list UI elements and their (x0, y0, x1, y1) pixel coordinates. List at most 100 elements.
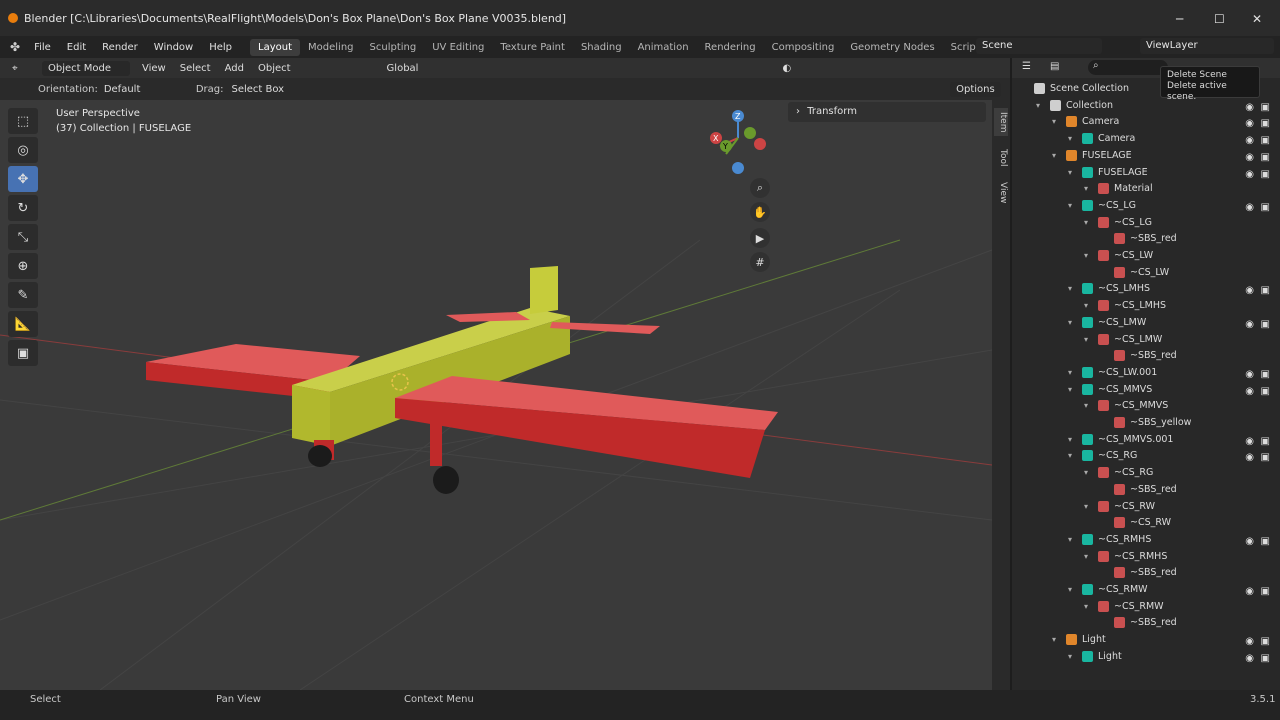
navigation-gizmo[interactable]: Z X Y (704, 108, 772, 178)
rotate-tool-icon[interactable]: ↻ (8, 195, 38, 221)
outliner-row[interactable]: ▾ ~CS_RMHS ◉ ▣ (1012, 531, 1280, 548)
outliner-row[interactable]: ▾ ~CS_LMHS (1012, 297, 1280, 314)
menu-window[interactable]: Window (146, 42, 201, 53)
outliner-row[interactable]: ▾ ~CS_LW.001 ◉ ▣ (1012, 364, 1280, 381)
cursor-tool-icon[interactable]: ◎ (8, 137, 38, 163)
outliner-row[interactable]: ▾ ~CS_RMW ◉ ▣ (1012, 581, 1280, 598)
expand-arrow-icon[interactable]: ▾ (1068, 314, 1072, 331)
menu-select[interactable]: Select (180, 63, 211, 74)
options-dropdown[interactable]: Options (950, 81, 1001, 97)
expand-arrow-icon[interactable]: ▾ (1084, 598, 1088, 615)
tab-rendering[interactable]: Rendering (697, 39, 764, 56)
tab-tool[interactable]: Tool (994, 144, 1008, 172)
outliner-row[interactable]: ▾ ~CS_MMVS (1012, 397, 1280, 414)
ortho-grid-icon[interactable]: # (750, 252, 770, 272)
outliner-row[interactable]: ▾ ~CS_LMW ◉ ▣ (1012, 314, 1280, 331)
tab-item[interactable]: Item (994, 108, 1008, 136)
scale-tool-icon[interactable]: ⤡ (8, 224, 38, 250)
tab-modeling[interactable]: Modeling (300, 39, 362, 56)
outliner-row[interactable]: ▾ FUSELAGE ◉ ▣ (1012, 147, 1280, 164)
tab-compositing[interactable]: Compositing (764, 39, 843, 56)
annotate-tool-icon[interactable]: ✎ (8, 282, 38, 308)
expand-arrow-icon[interactable]: ▾ (1084, 548, 1088, 565)
expand-arrow-icon[interactable]: ▾ (1052, 631, 1056, 648)
expand-arrow-icon[interactable]: ▾ (1052, 147, 1056, 164)
menu-help[interactable]: Help (201, 42, 240, 53)
zoom-icon[interactable]: ⌕ (750, 178, 770, 198)
expand-arrow-icon[interactable]: ▾ (1084, 498, 1088, 515)
transform-tool-icon[interactable]: ⊕ (8, 253, 38, 279)
expand-arrow-icon[interactable]: ▾ (1068, 364, 1072, 381)
outliner-row[interactable]: ~SBS_red (1012, 230, 1280, 247)
menu-edit[interactable]: Edit (59, 42, 94, 53)
outliner-row[interactable]: ~SBS_red (1012, 614, 1280, 631)
shading-solid-icon[interactable]: ◐ (783, 63, 792, 74)
move-tool-icon[interactable]: ✥ (8, 166, 38, 192)
outliner-row[interactable]: ▾ ~CS_RG (1012, 464, 1280, 481)
expand-arrow-icon[interactable]: ▾ (1068, 648, 1072, 665)
outliner-row[interactable]: ▾ ~CS_MMVS.001 ◉ ▣ (1012, 431, 1280, 448)
expand-arrow-icon[interactable]: ▾ (1068, 447, 1072, 464)
editor-type-icon[interactable]: ⌖ (12, 63, 34, 74)
outliner-row[interactable]: ▾ ~CS_RMHS (1012, 548, 1280, 565)
expand-arrow-icon[interactable]: ▾ (1068, 164, 1072, 181)
mode-dropdown[interactable]: Object Mode (42, 60, 130, 76)
add-cube-tool-icon[interactable]: ▣ (8, 340, 38, 366)
outliner-row[interactable]: ▾ Light ◉ ▣ (1012, 631, 1280, 648)
minimize-button[interactable]: ─ (1176, 12, 1183, 26)
outliner-row[interactable]: ~SBS_yellow (1012, 414, 1280, 431)
outliner-row[interactable]: ~CS_LW (1012, 264, 1280, 281)
menu-view[interactable]: View (142, 63, 166, 74)
scene-selector[interactable]: Scene (976, 38, 1102, 54)
expand-arrow-icon[interactable]: ▾ (1036, 97, 1040, 114)
outliner-editor-icon[interactable]: ☰ (1022, 61, 1031, 72)
tab-view[interactable]: View (994, 178, 1008, 208)
expand-arrow-icon[interactable]: ▾ (1068, 581, 1072, 598)
outliner-row[interactable]: ▾ Light ◉ ▣ (1012, 648, 1280, 665)
select-box-tool-icon[interactable]: ⬚ (8, 108, 38, 134)
measure-tool-icon[interactable]: 📐 (8, 311, 38, 337)
outliner-search-input[interactable]: ⌕ (1088, 60, 1168, 75)
expand-arrow-icon[interactable]: ▾ (1068, 531, 1072, 548)
outliner-row[interactable]: ▾ Camera ◉ ▣ (1012, 113, 1280, 130)
transform-orientation-dropdown[interactable]: Global (387, 63, 443, 74)
outliner-row[interactable]: ~SBS_red (1012, 481, 1280, 498)
tab-shading[interactable]: Shading (573, 39, 630, 56)
menu-file[interactable]: File (26, 42, 59, 53)
blender-menu-icon[interactable]: ✤ (10, 40, 20, 54)
tab-uv-editing[interactable]: UV Editing (424, 39, 492, 56)
visibility-eye-icon[interactable]: ◉ (1245, 650, 1254, 667)
viewlayer-selector[interactable]: ViewLayer (1140, 38, 1274, 54)
menu-render[interactable]: Render (94, 42, 146, 53)
outliner-row[interactable]: ▾ ~CS_RG ◉ ▣ (1012, 447, 1280, 464)
orientation-dropdown[interactable]: Default (104, 84, 184, 95)
outliner-row[interactable]: ▾ ~CS_LG ◉ ▣ (1012, 197, 1280, 214)
drag-dropdown[interactable]: Select Box (231, 84, 284, 95)
maximize-button[interactable]: ☐ (1214, 12, 1225, 26)
tab-layout[interactable]: Layout (250, 38, 301, 56)
expand-arrow-icon[interactable]: ▾ (1084, 464, 1088, 481)
expand-arrow-icon[interactable]: ▾ (1068, 280, 1072, 297)
pan-hand-icon[interactable]: ✋ (750, 202, 770, 222)
outliner-row[interactable]: ▾ Camera ◉ ▣ (1012, 130, 1280, 147)
transform-panel-header[interactable]: › Transform (788, 102, 986, 122)
outliner-row[interactable]: ▾ ~CS_RMW (1012, 598, 1280, 615)
expand-arrow-icon[interactable]: ▾ (1084, 297, 1088, 314)
menu-add[interactable]: Add (225, 63, 244, 74)
expand-arrow-icon[interactable]: ▾ (1068, 431, 1072, 448)
tab-geometry-nodes[interactable]: Geometry Nodes (842, 39, 942, 56)
outliner-row[interactable]: ~SBS_red (1012, 564, 1280, 581)
outliner-row[interactable]: ▾ Material (1012, 180, 1280, 197)
expand-arrow-icon[interactable]: ▾ (1068, 381, 1072, 398)
tab-animation[interactable]: Animation (630, 39, 697, 56)
outliner-row[interactable]: ~SBS_red (1012, 347, 1280, 364)
menu-object[interactable]: Object (258, 63, 291, 74)
outliner-row[interactable]: ▾ ~CS_LMHS ◉ ▣ (1012, 280, 1280, 297)
outliner-row[interactable]: ~CS_RW (1012, 514, 1280, 531)
render-camera-icon[interactable]: ▣ (1261, 650, 1270, 667)
3d-viewport[interactable]: User Perspective (37) Collection | FUSEL… (0, 100, 992, 690)
expand-arrow-icon[interactable]: ▾ (1084, 397, 1088, 414)
outliner-row[interactable]: ▾ ~CS_LW (1012, 247, 1280, 264)
expand-arrow-icon[interactable]: ▾ (1084, 180, 1088, 197)
expand-arrow-icon[interactable]: ▾ (1084, 214, 1088, 231)
